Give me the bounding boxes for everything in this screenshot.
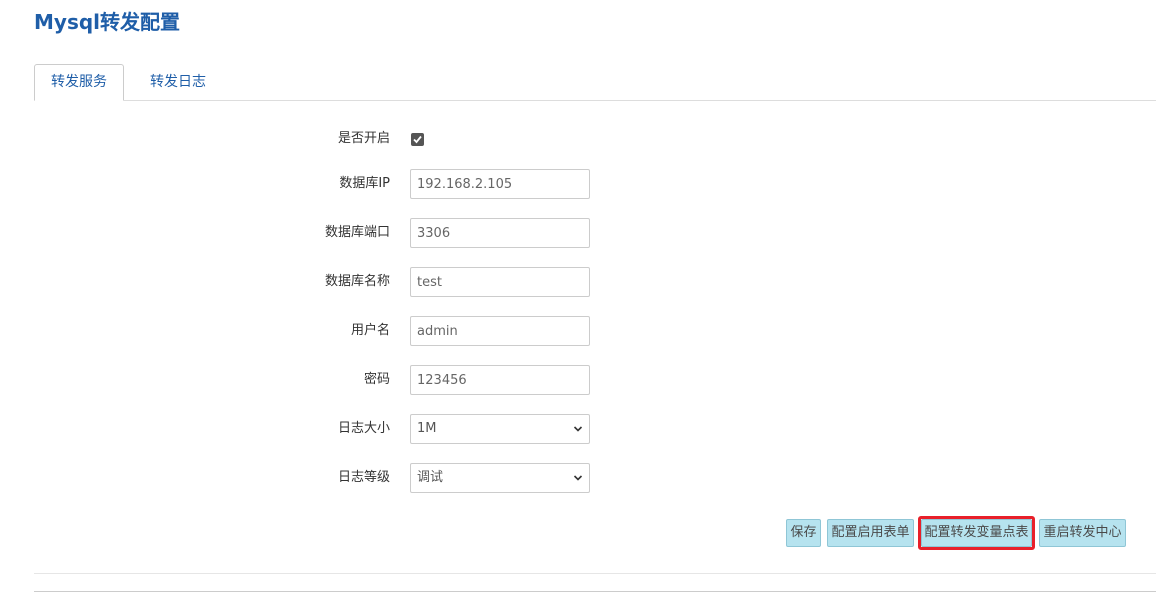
enabled-checkbox[interactable] — [411, 133, 424, 146]
password-label: 密码 — [363, 372, 390, 387]
log-size-select[interactable]: 1M — [410, 414, 590, 444]
tab-forward-service[interactable]: 转发服务 — [34, 64, 124, 101]
log-size-value: 1M — [417, 421, 437, 436]
db-ip-input[interactable] — [410, 169, 590, 199]
config-enable-table-button[interactable]: 配置启用表单 — [827, 519, 914, 547]
form-row-password: 密码 — [0, 365, 1164, 395]
log-size-label: 日志大小 — [337, 421, 390, 436]
db-port-input[interactable] — [410, 218, 590, 248]
save-button[interactable]: 保存 — [786, 519, 821, 547]
form-row-db-ip: 数据库IP — [0, 169, 1164, 199]
log-level-select[interactable]: 调试 — [410, 463, 590, 493]
divider — [34, 573, 1156, 574]
form-row-enabled: 是否开启 — [0, 124, 1164, 154]
username-label: 用户名 — [350, 323, 390, 338]
db-name-input[interactable] — [410, 267, 590, 297]
config-variable-table-button[interactable]: 配置转发变量点表 — [921, 519, 1032, 547]
enabled-label: 是否开启 — [337, 131, 390, 146]
check-icon — [413, 135, 422, 144]
form-row-log-level: 日志等级 调试 — [0, 463, 1164, 493]
restart-center-button[interactable]: 重启转发中心 — [1039, 519, 1126, 547]
db-ip-label: 数据库IP — [339, 176, 390, 191]
password-input[interactable] — [410, 365, 590, 395]
db-name-label: 数据库名称 — [324, 274, 390, 289]
username-input[interactable] — [410, 316, 590, 346]
log-level-label: 日志等级 — [337, 470, 390, 485]
chevron-down-icon — [573, 475, 583, 481]
form-row-username: 用户名 — [0, 316, 1164, 346]
form-row-log-size: 日志大小 1M — [0, 414, 1164, 444]
db-port-label: 数据库端口 — [324, 225, 390, 240]
chevron-down-icon — [573, 426, 583, 432]
page-title: Mysql转发配置 — [34, 10, 181, 34]
form-row-db-name: 数据库名称 — [0, 267, 1164, 297]
divider — [34, 591, 1156, 592]
form-row-db-port: 数据库端口 — [0, 218, 1164, 248]
log-level-value: 调试 — [417, 470, 444, 485]
tab-bar: 转发服务 转发日志 — [34, 64, 1156, 101]
tab-forward-log[interactable]: 转发日志 — [138, 64, 218, 101]
